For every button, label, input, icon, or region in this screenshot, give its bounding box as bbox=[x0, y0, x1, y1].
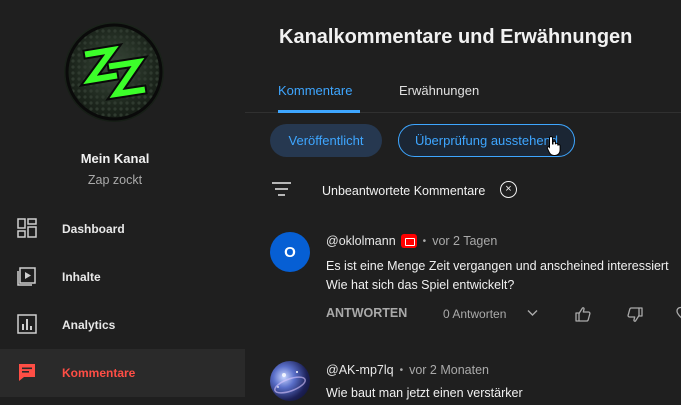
sidebar-item-analytics[interactable]: Analytics bbox=[0, 301, 245, 349]
thumbs-down-icon[interactable] bbox=[627, 307, 643, 323]
dashboard-icon bbox=[17, 218, 37, 238]
chip-veroeffentlicht[interactable]: Veröffentlicht bbox=[270, 124, 382, 157]
tab-erwaehnungen[interactable]: Erwähnungen bbox=[399, 83, 479, 98]
meta-separator: • bbox=[399, 364, 404, 376]
comment-time: vor 2 Monaten bbox=[409, 363, 490, 377]
filter-icon[interactable] bbox=[272, 181, 291, 197]
tv-badge-icon bbox=[400, 234, 417, 248]
zz-logo-icon bbox=[65, 23, 163, 121]
filter-chip-label: Unbeantwortete Kommentare bbox=[322, 184, 486, 198]
comment-text-line: Wie baut man jetzt einen verstärker bbox=[326, 386, 523, 400]
sidebar: Mein Kanal Zap zockt Dashboard Inhalte A… bbox=[0, 0, 245, 405]
meta-separator: • bbox=[422, 235, 427, 247]
content-icon bbox=[17, 267, 36, 286]
comment-meta: @oklolmann • vor 2 Tagen bbox=[326, 234, 497, 248]
sidebar-item-label: Dashboard bbox=[62, 222, 125, 236]
chevron-down-icon[interactable] bbox=[527, 309, 538, 317]
sidebar-item-inhalte[interactable]: Inhalte bbox=[0, 253, 245, 301]
tab-kommentare[interactable]: Kommentare bbox=[278, 83, 352, 98]
comment-text-line: Wie hat sich das Spiel entwickelt? bbox=[326, 278, 515, 292]
replies-count[interactable]: 0 Antworten bbox=[443, 307, 506, 321]
active-tab-indicator bbox=[278, 110, 360, 113]
analytics-icon bbox=[17, 314, 37, 334]
comment-author[interactable]: @AK-mp7lq bbox=[326, 363, 394, 377]
comment-time: vor 2 Tagen bbox=[432, 234, 498, 248]
page-title: Kanalkommentare und Erwähnungen bbox=[279, 26, 633, 48]
channel-avatar[interactable] bbox=[64, 22, 164, 122]
clear-filter-icon[interactable]: × bbox=[500, 181, 517, 198]
sidebar-item-kommentare[interactable]: Kommentare bbox=[0, 349, 245, 397]
channel-handle: Zap zockt bbox=[87, 173, 143, 187]
comment-text-line: Es ist eine Menge Zeit vergangen und ans… bbox=[326, 259, 669, 273]
sidebar-item-dashboard[interactable]: Dashboard bbox=[0, 205, 245, 253]
comment-meta: @AK-mp7lq • vor 2 Monaten bbox=[326, 363, 489, 377]
thumbs-up-icon[interactable] bbox=[575, 306, 591, 322]
channel-name: Mein Kanal bbox=[80, 151, 150, 166]
sidebar-item-label: Inhalte bbox=[62, 270, 101, 284]
galaxy-avatar-icon bbox=[274, 371, 306, 394]
commenter-avatar[interactable] bbox=[270, 361, 310, 401]
heart-icon[interactable] bbox=[676, 306, 681, 322]
comment-author[interactable]: @oklolmann bbox=[326, 234, 396, 248]
comments-icon bbox=[19, 364, 35, 381]
hand-cursor-icon bbox=[546, 135, 561, 156]
sidebar-item-label: Kommentare bbox=[62, 366, 136, 380]
reply-button[interactable]: ANTWORTEN bbox=[326, 306, 407, 320]
commenter-avatar[interactable]: O bbox=[270, 232, 310, 272]
sidebar-item-label: Analytics bbox=[62, 318, 116, 332]
